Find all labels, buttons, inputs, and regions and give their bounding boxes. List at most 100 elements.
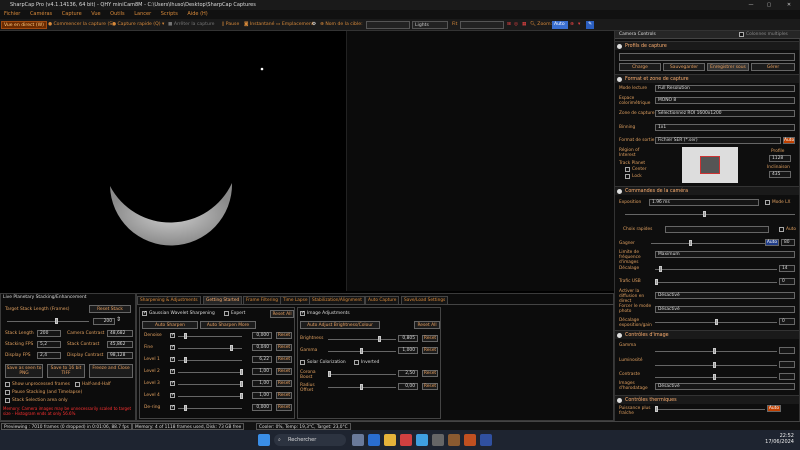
profiles-section-header[interactable]: Profils de capture xyxy=(615,41,799,50)
gamma-control-slider[interactable] xyxy=(655,351,777,352)
sharpcap-app-icon[interactable] xyxy=(448,434,460,446)
gamma-value[interactable]: 1,000 xyxy=(398,347,418,354)
settings-icon[interactable]: ⚙ xyxy=(312,21,316,29)
freeze-close-button[interactable]: Freeze and Close xyxy=(89,364,133,378)
wavelet-level-value[interactable]: 0,000 xyxy=(252,404,272,411)
tab-stabilization[interactable]: Stabilization/Alignment xyxy=(309,296,365,304)
exposure-auto-checkbox[interactable] xyxy=(779,227,784,232)
image-section-header[interactable]: Contrôles d'image xyxy=(615,330,799,339)
target-stack-knob[interactable] xyxy=(55,318,58,324)
roi-preview[interactable] xyxy=(682,147,738,183)
wavelet-level-checkbox[interactable] xyxy=(170,380,175,386)
gaussian-checkbox[interactable] xyxy=(142,310,147,316)
zoom-dropdown-icon[interactable]: ▾ xyxy=(578,21,580,29)
half-and-half-checkbox[interactable] xyxy=(75,382,80,387)
brightness-slider[interactable] xyxy=(328,339,396,340)
clock[interactable]: 22:52 17/06/2024 xyxy=(754,433,794,445)
contrast-knob[interactable] xyxy=(713,374,716,380)
wavelet-level-value[interactable]: 1,00 xyxy=(252,392,272,399)
offset-knob[interactable] xyxy=(659,266,662,272)
target-stack-input[interactable]: 200 xyxy=(93,318,115,325)
close-icon[interactable]: ✕ xyxy=(782,0,796,10)
maximize-icon[interactable]: ▢ xyxy=(762,0,776,10)
adjust-reset-all-button[interactable]: Reset All xyxy=(414,321,440,329)
usb-slider[interactable] xyxy=(655,282,777,283)
file-explorer-icon[interactable] xyxy=(384,434,396,446)
output-select[interactable]: Fichier SER (*.ser) xyxy=(655,137,781,144)
wavelet-level-value[interactable]: 1,00 xyxy=(252,380,272,387)
wavelet-level-knob[interactable] xyxy=(240,393,243,399)
wavelet-level-checkbox[interactable] xyxy=(170,368,175,374)
contrast-input[interactable] xyxy=(779,373,795,380)
tab-auto-capture[interactable]: Auto Capture xyxy=(365,296,400,304)
stop-capture-button[interactable]: ■ Arrêter la capture xyxy=(168,21,215,29)
offset-slider[interactable] xyxy=(655,269,777,270)
start-capture-button[interactable]: ● Commencer la capture (S) xyxy=(48,21,114,29)
app-icon[interactable] xyxy=(464,434,476,446)
offset-exp-knob[interactable] xyxy=(715,319,718,325)
grid-icon[interactable]: ▦ xyxy=(522,21,526,29)
menu-aide[interactable]: Aide (H) xyxy=(187,11,207,17)
brightness-value[interactable]: 0,805 xyxy=(398,335,418,342)
cooler-auto-button[interactable]: Auto xyxy=(767,405,781,412)
tab-getting-started[interactable]: Getting Started xyxy=(203,296,243,304)
exposure-knob[interactable] xyxy=(703,211,706,217)
expert-checkbox[interactable] xyxy=(224,311,229,316)
wavelet-level-reset-button[interactable]: Reset xyxy=(276,344,292,351)
focus-icon[interactable]: ◎ xyxy=(514,21,518,29)
save-png-button[interactable]: Save as seen to PNG xyxy=(5,364,43,378)
camera-section-header[interactable]: Commandes de la caméra xyxy=(615,186,799,195)
exposure-slider[interactable] xyxy=(625,214,795,215)
collapse-icon[interactable] xyxy=(617,398,622,403)
zoom-in-icon[interactable]: ⊕ xyxy=(570,21,574,29)
pause-stacking-checkbox[interactable] xyxy=(5,390,10,395)
wavelet-level-slider[interactable] xyxy=(178,336,242,337)
load-profile-button[interactable]: Charge xyxy=(619,63,661,71)
pin-icon[interactable]: ✎ xyxy=(586,21,594,29)
brightness-reset-button[interactable]: Reset xyxy=(422,335,438,342)
store-icon[interactable] xyxy=(416,434,428,446)
save-profile-button[interactable]: Sauvegarder xyxy=(663,63,705,71)
tab-save-load[interactable]: Save/Load Settings xyxy=(401,296,449,304)
wavelet-level-reset-button[interactable]: Reset xyxy=(276,380,292,387)
quick-choice-select[interactable] xyxy=(665,226,769,233)
gain-slider[interactable] xyxy=(651,243,765,244)
thermal-section-header[interactable]: Contrôles thermiques xyxy=(615,395,799,404)
sharpen-reset-all-button[interactable]: Reset All xyxy=(270,310,294,318)
fit-select[interactable] xyxy=(460,21,504,29)
radius-reset-button[interactable]: Reset xyxy=(422,383,438,390)
mode-lx-checkbox[interactable] xyxy=(765,200,770,205)
usb-input[interactable]: 0 xyxy=(779,278,795,285)
reset-stack-button[interactable]: Reset Stack xyxy=(89,305,131,313)
target-stack-slider[interactable] xyxy=(7,321,89,322)
crosshair-icon[interactable]: ⊞ xyxy=(507,21,511,29)
auto-sharpen-more-button[interactable]: Auto Sharpen More xyxy=(200,321,256,329)
tab-time-lapse[interactable]: Time Lapse xyxy=(280,296,311,304)
binning-select[interactable]: 1x1 xyxy=(655,124,795,131)
wavelet-level-slider[interactable] xyxy=(178,360,242,361)
collapse-icon[interactable] xyxy=(617,189,622,194)
gain-input[interactable]: 80 xyxy=(781,239,795,246)
wavelet-level-reset-button[interactable]: Reset xyxy=(276,356,292,363)
wavelet-level-knob[interactable] xyxy=(230,345,233,351)
wavelet-level-knob[interactable] xyxy=(184,333,187,339)
image-adjust-checkbox[interactable] xyxy=(300,310,305,316)
mode-select[interactable]: Full Resolution xyxy=(655,85,795,92)
collapse-icon[interactable] xyxy=(617,77,622,82)
snapshot-button[interactable]: ◙ Instantané xyxy=(244,21,274,29)
auto-sharpen-button[interactable]: Auto Sharpen xyxy=(142,321,198,329)
auto-adjust-button[interactable]: Auto Adjust Brightness/Colour xyxy=(300,321,380,329)
colorspace-select[interactable]: MONO 8 xyxy=(655,97,795,104)
offset-input[interactable]: 14 xyxy=(779,265,795,272)
contrast-slider[interactable] xyxy=(655,377,777,378)
task-view-icon[interactable] xyxy=(352,434,364,446)
gamma-control-knob[interactable] xyxy=(713,348,716,354)
roi-rectangle[interactable] xyxy=(700,156,720,174)
wavelet-level-slider[interactable] xyxy=(178,372,242,373)
wavelet-level-value[interactable]: 6,22 xyxy=(252,356,272,363)
cooler-power-slider[interactable] xyxy=(655,409,765,410)
photo-mode-select[interactable]: Désactivé xyxy=(655,306,795,313)
spin-icon[interactable]: ⇕ xyxy=(116,316,121,323)
wavelet-level-value[interactable]: 0,000 xyxy=(252,332,272,339)
gain-knob[interactable] xyxy=(689,240,692,246)
